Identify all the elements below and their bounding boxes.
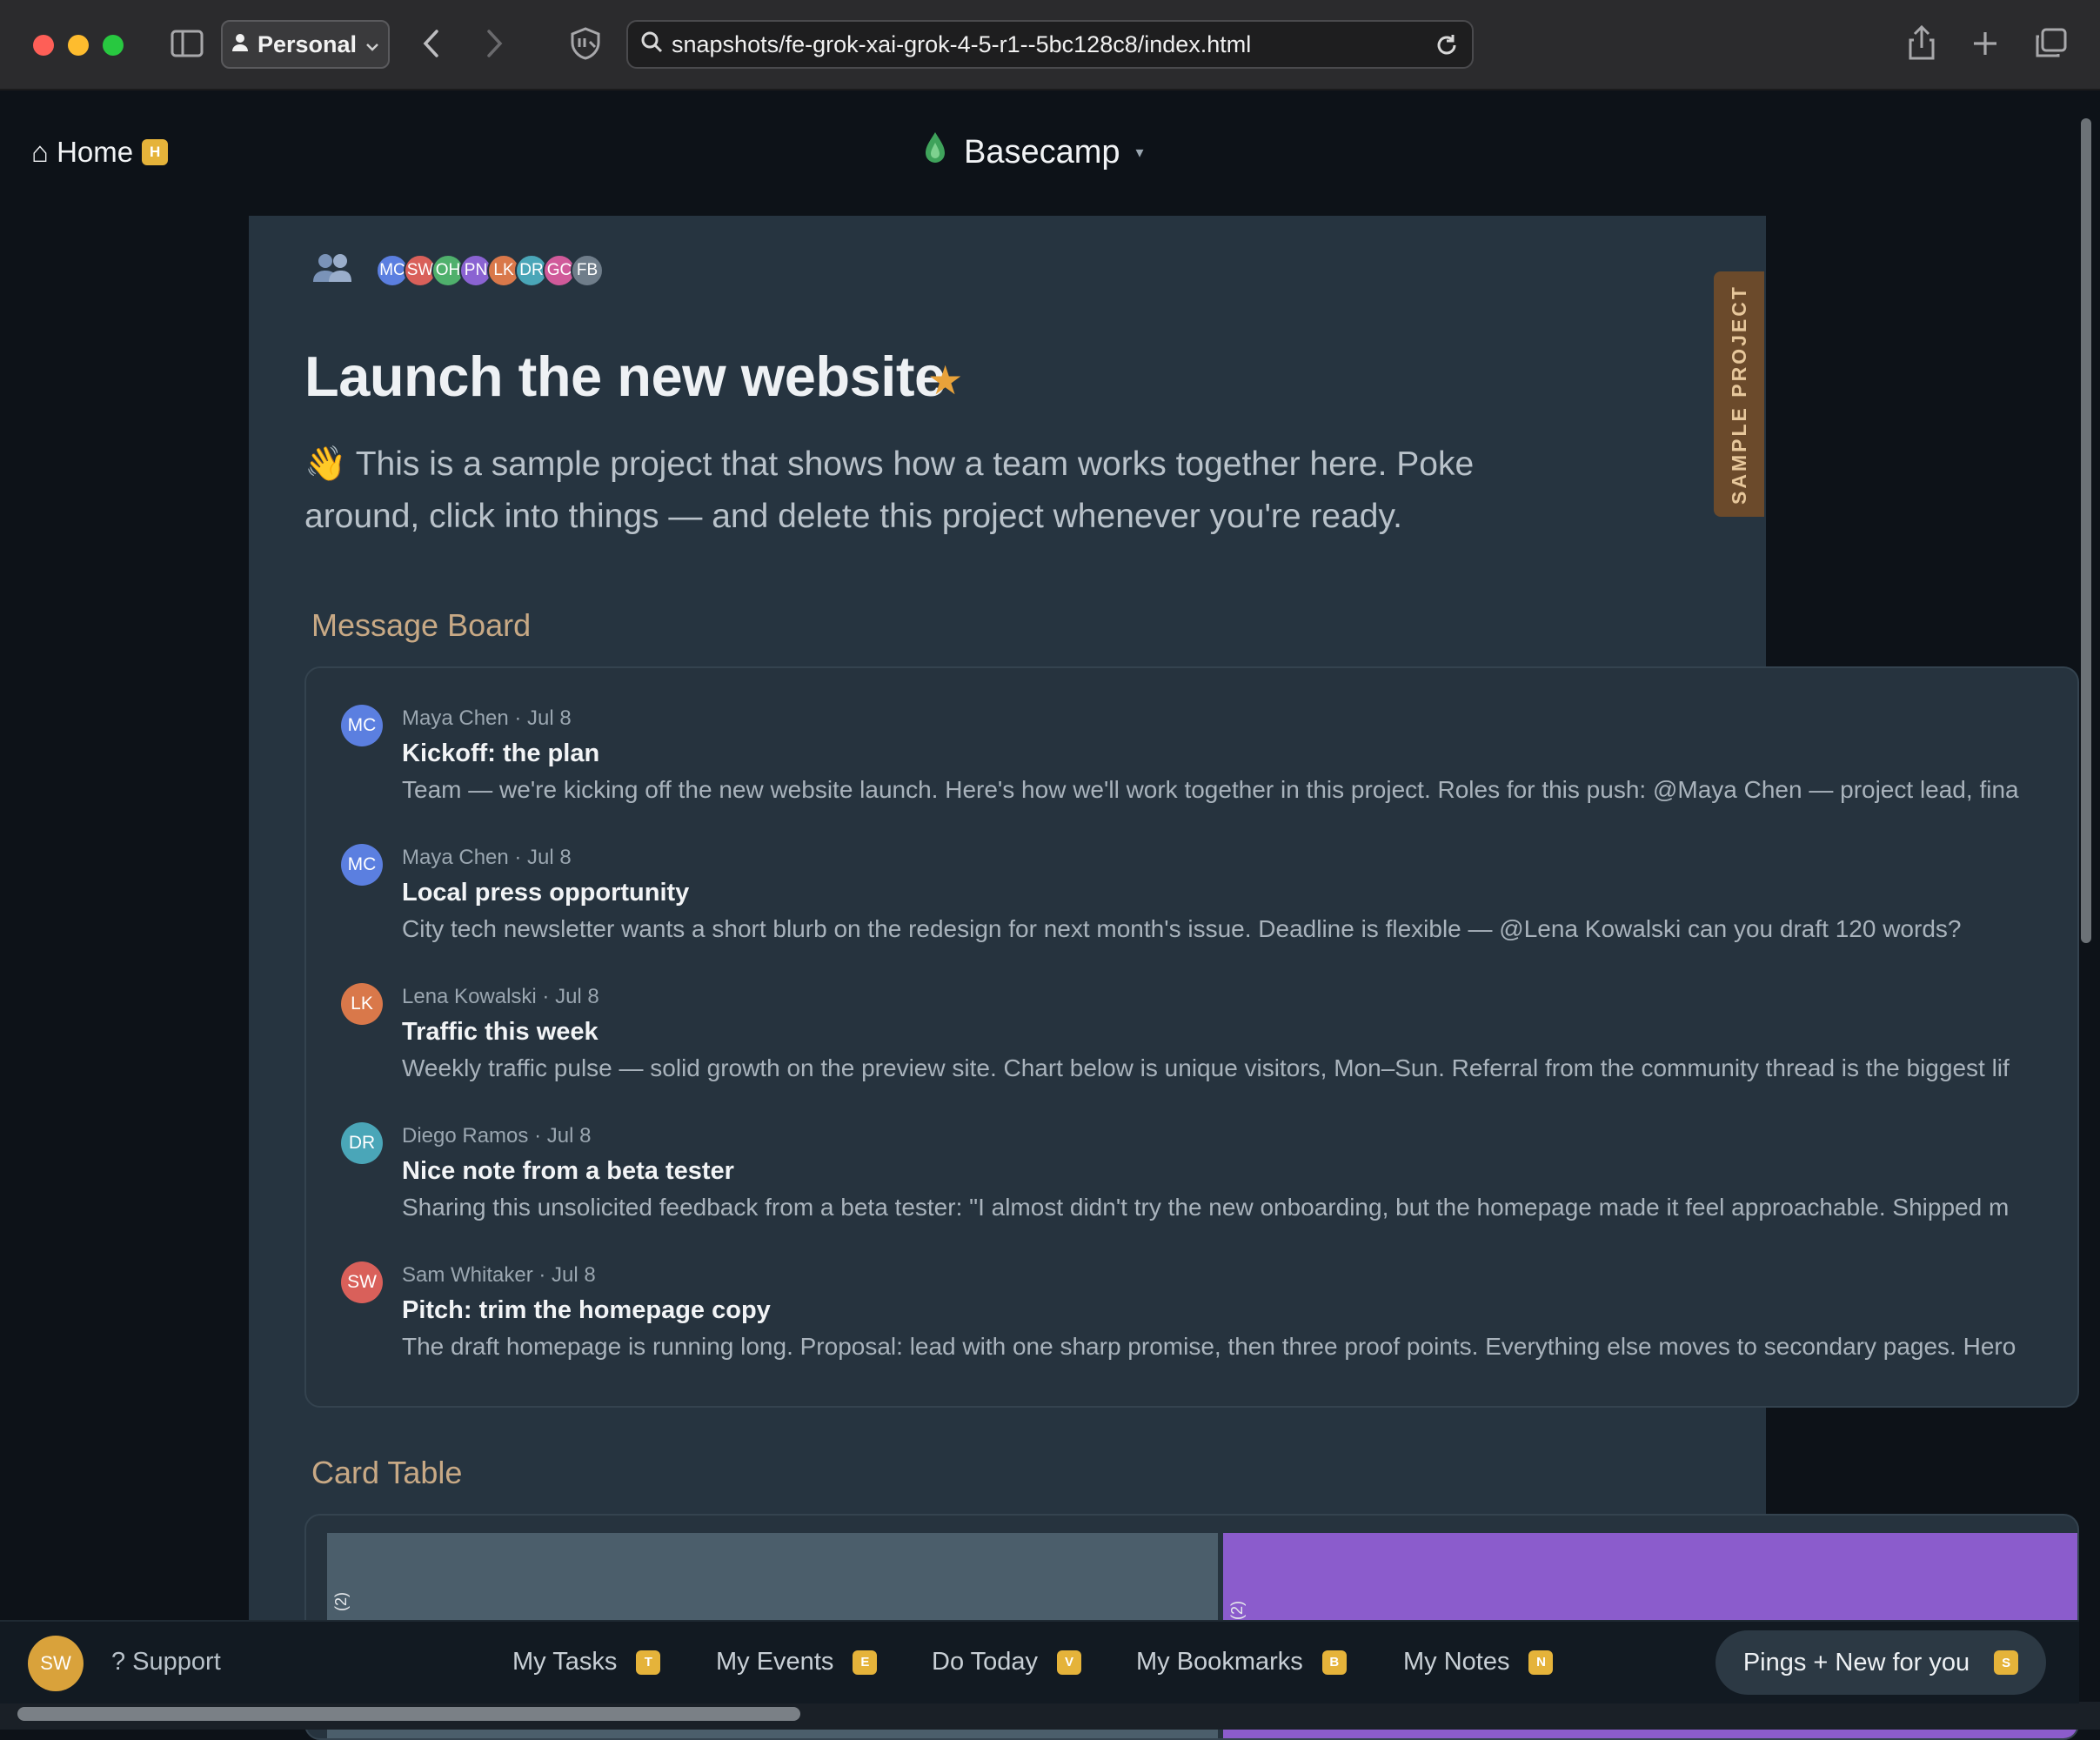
shortcut-key: E [853,1650,878,1675]
bottom-bar: SW ? Support My Tasks T My Events E Do T… [0,1620,2079,1703]
my-bookmarks-link[interactable]: My Bookmarks B [1136,1648,1347,1676]
people-icon[interactable] [311,252,353,291]
nav-label: My Events [716,1648,834,1676]
message-subject[interactable]: Nice note from a beta tester [402,1157,734,1186]
message-board: MC Maya Chen · Jul 8 Kickoff: the plan T… [304,666,2079,1408]
sample-project-label: SAMPLE PROJECT [1727,284,1750,505]
my-avatar[interactable]: SW [28,1636,84,1691]
member-avatar[interactable]: FB [571,254,604,287]
brand-name: Basecamp [964,133,1120,171]
pings-label: Pings + New for you [1742,1648,1970,1676]
project-members[interactable]: MC SW OH PN LK DR GC FB [376,254,604,287]
chevron-left-icon[interactable] [421,28,442,64]
pings-button[interactable]: Pings + New for you S [1715,1630,2046,1695]
message-board-heading[interactable]: Message Board [311,607,531,644]
address-bar[interactable]: snapshots/fe-grok-xai-grok-4-5-r1--5bc12… [626,20,1474,69]
browser-toolbar: Personal snapshots/fe-grok-xai-grok-4-5-… [0,0,2100,90]
my-notes-link[interactable]: My Notes N [1403,1648,1554,1676]
message-excerpt: City tech newsletter wants a short blurb… [402,915,1962,942]
url-text: snapshots/fe-grok-xai-grok-4-5-r1--5bc12… [672,30,1252,57]
message-meta: Maya Chen · Jul 8 [402,706,572,730]
do-today-link[interactable]: Do Today V [932,1648,1081,1676]
profile-label: Personal [257,30,358,57]
shortcut-key: B [1321,1650,1347,1675]
message-item[interactable]: MC Maya Chen · Jul 8 Kickoff: the plan T… [306,668,2077,807]
avatar: LK [341,983,383,1025]
shortcut-key: N [1528,1650,1554,1675]
plus-icon[interactable] [1971,30,1999,63]
tabs-overview-icon[interactable] [2034,28,2067,64]
nav-label: Do Today [932,1648,1038,1676]
star-icon[interactable]: ★ [927,357,963,404]
close-window-button[interactable] [33,35,54,56]
my-tasks-link[interactable]: My Tasks T [512,1648,661,1676]
avatar: MC [341,705,383,746]
card-column-count: (2) [1228,1601,1246,1620]
privacy-shield-icon[interactable] [569,26,602,66]
home-label: ⌂ Home [31,136,134,168]
home-shortcut-key: H [142,139,169,165]
sidebar-icon[interactable] [171,30,204,63]
chevron-right-icon[interactable] [484,28,505,64]
message-subject[interactable]: Local press opportunity [402,879,689,907]
message-item[interactable]: MC Maya Chen · Jul 8 Local press opportu… [306,807,2077,947]
basecamp-logo-icon [922,130,948,174]
message-subject[interactable]: Pitch: trim the homepage copy [402,1296,771,1325]
home-link[interactable]: ⌂ Home H [31,136,169,169]
minimize-window-button[interactable] [68,35,89,56]
my-events-link[interactable]: My Events E [716,1648,878,1676]
message-item[interactable]: LK Lena Kowalski · Jul 8 Traffic this we… [306,947,2077,1086]
message-subject[interactable]: Traffic this week [402,1018,599,1047]
share-icon[interactable] [1907,24,1936,66]
nav-label: My Notes [1403,1648,1510,1676]
profile-switcher[interactable]: Personal [221,20,390,69]
message-excerpt: The draft homepage is running long. Prop… [402,1333,2016,1360]
avatar: DR [341,1122,383,1164]
message-meta: Maya Chen · Jul 8 [402,846,572,869]
sample-project-tag: SAMPLE PROJECT [1714,271,1764,517]
chevron-down-icon [365,31,379,58]
reload-icon[interactable] [1434,32,1460,64]
project-title: Launch the new website [304,345,946,408]
card-column-count: (2) [332,1592,350,1611]
vertical-scrollbar[interactable] [2081,118,2091,943]
person-icon [231,31,249,58]
message-excerpt: Sharing this unsolicited feedback from a… [402,1194,2010,1221]
message-excerpt: Weekly traffic pulse — solid growth on t… [402,1054,2010,1081]
caret-down-icon: ▾ [1135,143,1144,161]
support-link[interactable]: ? Support [111,1648,221,1676]
message-excerpt: Team — we're kicking off the new website… [402,776,2019,803]
message-meta: Sam Whitaker · Jul 8 [402,1263,596,1287]
search-icon [640,30,663,59]
message-item[interactable]: SW Sam Whitaker · Jul 8 Pitch: trim the … [306,1225,2077,1364]
shortcut-key: S [1994,1650,2019,1675]
shortcut-key: V [1057,1650,1081,1675]
avatar: MC [341,844,383,886]
project-description: 👋 This is a sample project that shows ho… [304,445,1475,535]
shortcut-key: T [636,1650,661,1675]
avatar: SW [341,1262,383,1303]
zoom-window-button[interactable] [103,35,124,56]
message-subject[interactable]: Kickoff: the plan [402,740,599,768]
horizontal-scrollbar[interactable] [17,1707,800,1721]
brand-switcher[interactable]: Basecamp ▾ [922,130,1144,174]
nav-label: My Tasks [512,1648,618,1676]
nav-label: My Bookmarks [1136,1648,1303,1676]
card-table-heading[interactable]: Card Table [311,1455,462,1491]
message-meta: Diego Ramos · Jul 8 [402,1124,592,1148]
message-meta: Lena Kowalski · Jul 8 [402,985,599,1008]
message-item[interactable]: DR Diego Ramos · Jul 8 Nice note from a … [306,1086,2077,1225]
